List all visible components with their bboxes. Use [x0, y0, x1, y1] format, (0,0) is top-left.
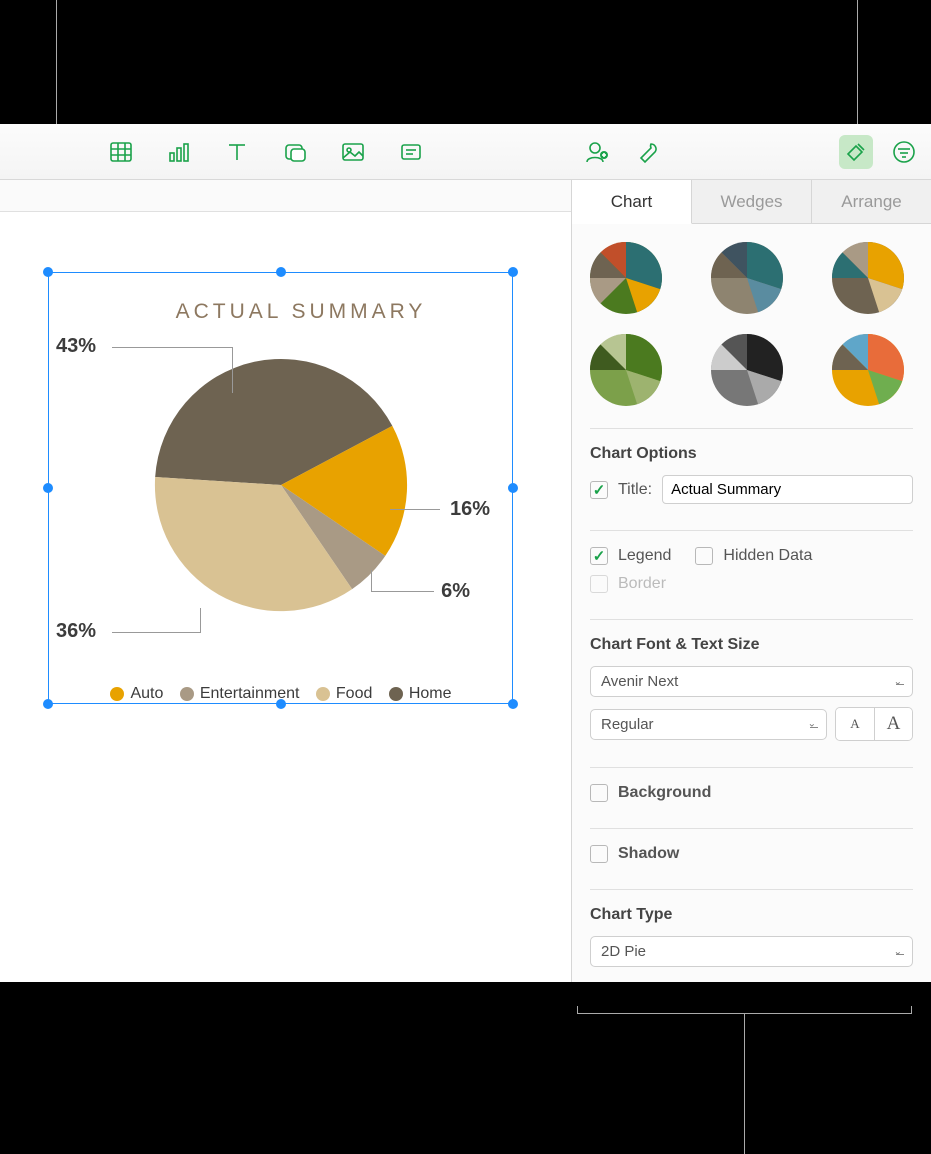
wrench-icon[interactable] [634, 139, 660, 165]
hidden-data-checkbox[interactable] [695, 547, 713, 565]
chart-legend: Auto Entertainment Food Home [50, 685, 512, 706]
chart-style-grid [590, 242, 913, 406]
chart-options-head: Chart Options [590, 445, 913, 463]
pct-auto: 16% [450, 498, 490, 521]
collab-icon[interactable] [584, 139, 610, 165]
border-label: Border [618, 575, 666, 593]
pie-chart[interactable]: ACTUAL SUMMARY 43% 16% [50, 290, 512, 710]
title-label: Title: [618, 481, 652, 499]
app-window: ACTUAL SUMMARY 43% 16% [0, 124, 931, 982]
comment-icon[interactable] [398, 139, 424, 165]
toolbar [0, 124, 931, 180]
text-smaller-button[interactable]: A [836, 708, 874, 740]
title-input[interactable] [662, 475, 913, 504]
chart-title: ACTUAL SUMMARY [90, 300, 512, 324]
chart-type-select[interactable]: 2D Pie⌄ [590, 936, 913, 967]
legend-home: Home [409, 685, 452, 703]
legend-label: Legend [618, 547, 671, 565]
legend-auto: Auto [130, 685, 163, 703]
pct-ent: 6% [441, 580, 470, 603]
pct-home: 43% [56, 335, 96, 358]
pie-graphic [136, 340, 426, 630]
style-thumb-1[interactable] [590, 242, 662, 314]
chart-icon[interactable] [166, 139, 192, 165]
text-size-stepper: A A [835, 707, 913, 741]
style-thumb-5[interactable] [711, 334, 783, 406]
pct-food: 36% [56, 620, 96, 643]
callout-bracket [577, 1013, 912, 1014]
font-weight-select[interactable]: Regular⌄ [590, 709, 827, 740]
table-icon[interactable] [108, 139, 134, 165]
legend-food: Food [336, 685, 372, 703]
callout-line-bottom [744, 1014, 745, 1154]
format-icon[interactable] [839, 135, 873, 169]
sheet-tab-bar [0, 180, 571, 212]
media-icon[interactable] [340, 139, 366, 165]
style-thumb-6[interactable] [832, 334, 904, 406]
title-checkbox[interactable] [590, 481, 608, 499]
tab-chart[interactable]: Chart [572, 180, 692, 224]
shape-icon[interactable] [282, 139, 308, 165]
tab-wedges[interactable]: Wedges [692, 180, 812, 223]
style-thumb-2[interactable] [711, 242, 783, 314]
inspector-tabs: Chart Wedges Arrange [572, 180, 931, 224]
format-inspector: Chart Wedges Arrange Chart Options [571, 180, 931, 982]
legend-checkbox[interactable] [590, 547, 608, 565]
background-checkbox[interactable] [590, 784, 608, 802]
font-family-select[interactable]: Avenir Next⌄ [590, 666, 913, 697]
hidden-data-label: Hidden Data [723, 547, 812, 565]
style-thumb-3[interactable] [832, 242, 904, 314]
legend-ent: Entertainment [200, 685, 300, 703]
callout-line-right [857, 0, 858, 124]
style-thumb-4[interactable] [590, 334, 662, 406]
canvas[interactable]: ACTUAL SUMMARY 43% 16% [0, 180, 571, 982]
text-larger-button[interactable]: A [874, 708, 912, 740]
font-section-head: Chart Font & Text Size [590, 636, 913, 654]
filter-icon[interactable] [891, 139, 917, 165]
border-checkbox[interactable] [590, 575, 608, 593]
background-label: Background [618, 784, 711, 802]
shadow-label: Shadow [618, 845, 679, 863]
tab-arrange[interactable]: Arrange [812, 180, 931, 223]
shadow-checkbox[interactable] [590, 845, 608, 863]
callout-line-left [56, 0, 57, 124]
text-icon[interactable] [224, 139, 250, 165]
chart-type-head: Chart Type [590, 906, 913, 924]
